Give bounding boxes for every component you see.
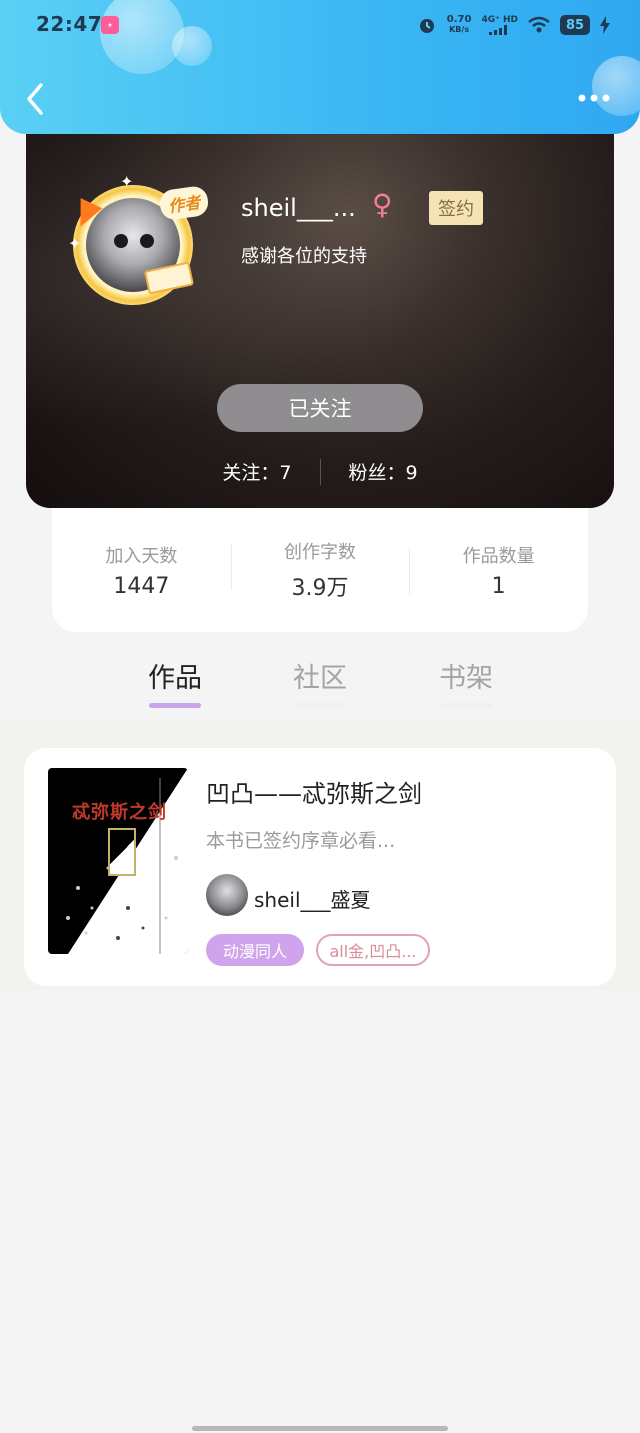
status-time: 22:47 (36, 12, 103, 36)
profile-tabs: 作品 社区 书架 (0, 648, 640, 718)
decor-bubble (172, 26, 212, 66)
tab-works[interactable]: 作品 (135, 656, 215, 708)
decor-bubble (100, 0, 184, 74)
tab-label: 书架 (439, 663, 493, 694)
speed-value: 0.70 (446, 14, 472, 25)
sparkle-icon: ✦ (120, 172, 134, 191)
stat-label: 作品数量 (462, 545, 535, 567)
avatar-eye (140, 234, 154, 248)
wifi-icon (528, 16, 550, 33)
user-bio: 感谢各位的支持 (241, 246, 367, 267)
avatar-eye (114, 234, 128, 248)
signed-badge: 签约 (429, 191, 483, 225)
stat-label: 加入天数 (105, 545, 178, 567)
battery-indicator: 85 (560, 15, 590, 35)
stat-works-count: 作品数量 1 (409, 542, 588, 599)
status-icons: 0.70 KB/s 4G⁺ HD 85 (417, 12, 610, 38)
work-card[interactable]: 忒弥斯之剑 凹凸——忒弥斯之剑 本书已签约序章必看... sheil___盛夏 … (24, 748, 616, 986)
signal-group: 4G⁺ HD (481, 14, 518, 35)
author-name[interactable]: sheil___盛夏 (254, 884, 371, 913)
alarm-icon (419, 19, 434, 33)
tab-indicator (440, 703, 492, 708)
divider (319, 458, 321, 485)
username: sheil___... (241, 194, 356, 222)
stat-join-days: 加入天数 1447 (52, 542, 231, 599)
follow-button[interactable]: 已关注 (217, 384, 423, 432)
stat-label: 创作字数 (284, 542, 356, 563)
stat-value: 3.9万 (291, 576, 349, 601)
network-speed: 0.70 KB/s (447, 15, 472, 35)
sparkle-icon: ✦ (68, 234, 82, 253)
back-icon[interactable] (24, 82, 48, 116)
avatar[interactable]: 作者 ✦ ✦ (68, 172, 210, 310)
network-type: 4G⁺ HD (481, 14, 518, 25)
app-header: 22:47 ★ 0.70 KB/s 4G⁺ HD 85 (0, 0, 640, 134)
following-count[interactable]: 关注：7 (222, 458, 291, 485)
charging-icon (600, 16, 610, 34)
book-cover[interactable]: 忒弥斯之剑 (48, 768, 188, 954)
tab-indicator (294, 703, 346, 708)
app-notification-icon: ★ (101, 16, 119, 34)
home-indicator (192, 1426, 448, 1431)
follow-stats: 关注：7 粉丝：9 (26, 458, 614, 485)
author-avatar[interactable] (206, 874, 248, 916)
stats-card: 加入天数 1447 创作字数 3.9万 作品数量 1 (52, 508, 588, 632)
tab-bookshelf[interactable]: 书架 (426, 656, 506, 708)
cover-title: 忒弥斯之剑 (72, 802, 167, 823)
speed-unit: KB/s (449, 25, 470, 34)
stat-value: 1 (491, 573, 506, 599)
female-icon: ♀ (372, 188, 393, 221)
signal-icon (488, 24, 507, 35)
work-description: 本书已签约序章必看... (206, 830, 396, 852)
cover-emblem (108, 828, 136, 876)
tab-indicator (149, 703, 201, 708)
more-icon[interactable] (578, 92, 610, 104)
tag-keywords[interactable]: all金,凹凸... (316, 934, 430, 966)
decor-bubble (592, 56, 640, 116)
work-title[interactable]: 凹凸——忒弥斯之剑 (206, 774, 422, 809)
tab-label: 作品 (148, 663, 202, 694)
stat-value: 1447 (113, 573, 170, 599)
tab-community[interactable]: 社区 (280, 656, 360, 708)
tab-label: 社区 (293, 663, 347, 694)
fans-count[interactable]: 粉丝：9 (349, 458, 418, 485)
tag-category[interactable]: 动漫同人 (206, 934, 304, 966)
profile-header: 作者 ✦ ✦ sheil___... ♀ 签约 感谢各位的支持 已关注 关注：7… (26, 100, 614, 508)
stat-word-count: 创作字数 3.9万 (230, 538, 410, 602)
